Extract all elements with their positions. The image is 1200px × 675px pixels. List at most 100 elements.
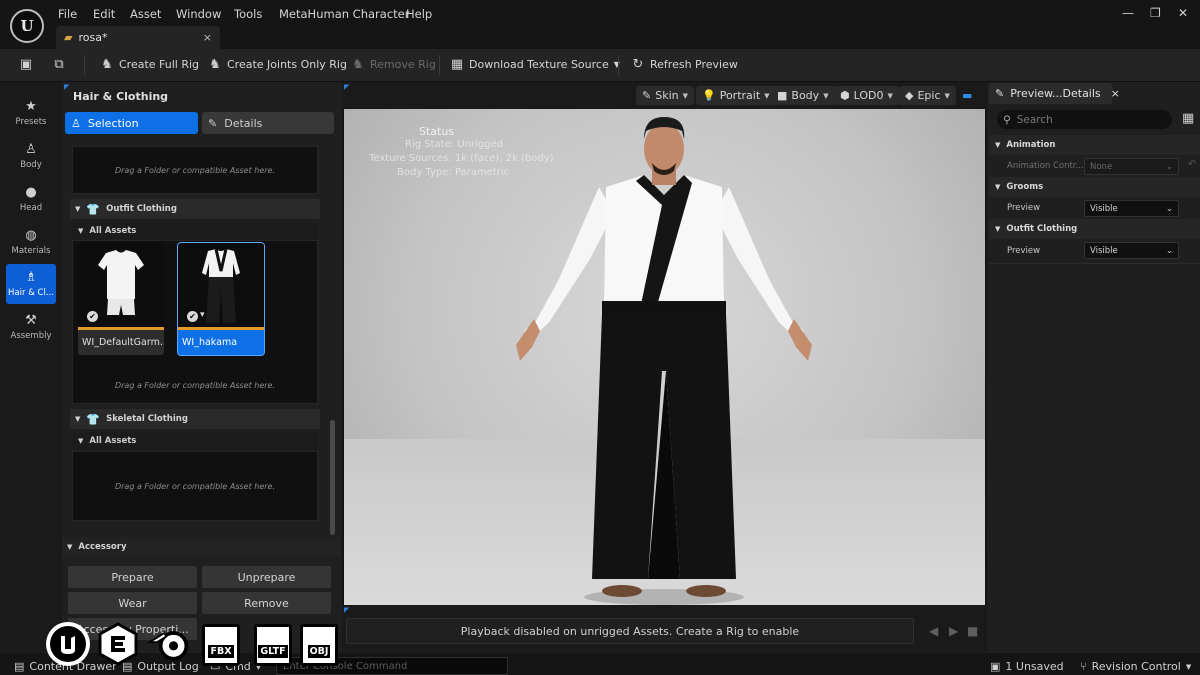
close-window-button[interactable]: ✕ xyxy=(1178,6,1188,20)
nav-materials[interactable]: ◍ Materials xyxy=(6,222,56,262)
unsaved-button[interactable]: ▣ 1 Unsaved xyxy=(990,660,1064,673)
quality-label: Epic xyxy=(917,89,941,102)
animation-section[interactable]: ▼ Animation xyxy=(989,135,1200,155)
drop-hint: Drag a Folder or compatible Asset here. xyxy=(114,165,276,175)
grooms-section[interactable]: ▼ Grooms xyxy=(989,177,1200,197)
outfit-all-assets[interactable]: ▼ All Assets xyxy=(72,222,318,240)
create-full-rig-button[interactable]: ♞ Create Full Rig xyxy=(100,57,199,72)
chevron-down-icon: ▼ xyxy=(67,543,73,551)
lod-dropdown[interactable]: ⬢ LOD0 ▼ xyxy=(834,86,899,105)
nav-hair-clothing[interactable]: ♗ Hair & Cl... xyxy=(6,264,56,304)
minimize-button[interactable]: — xyxy=(1122,6,1134,20)
keyboard-icon[interactable]: ▬ xyxy=(962,89,972,102)
outfit-clothing-details-section[interactable]: ▼ Outfit Clothing xyxy=(989,219,1200,239)
refresh-preview-button[interactable]: ↻ Refresh Preview xyxy=(631,57,738,72)
accessory-section[interactable]: ▼ Accessory xyxy=(62,537,340,557)
menu-file[interactable]: File xyxy=(58,7,77,21)
chevron-down-icon: ▼ xyxy=(78,227,84,235)
unreal-logo[interactable]: U xyxy=(10,9,44,43)
close-tab-icon[interactable]: × xyxy=(1111,87,1120,100)
browse-icon[interactable]: ⧉ xyxy=(52,57,66,72)
document-tab-rosa[interactable]: ▰ rosa* × xyxy=(56,26,220,49)
wear-button[interactable]: Wear xyxy=(68,592,197,614)
remove-button[interactable]: Remove xyxy=(202,592,331,614)
obj-badge-label: OBJ xyxy=(307,645,331,658)
nav-head-label: Head xyxy=(19,203,43,213)
download-texture-source-button[interactable]: ▦ Download Texture Source ▼ xyxy=(450,57,620,72)
grooms-preview-label: Preview xyxy=(1007,203,1041,213)
body-view-label: Body xyxy=(791,89,820,102)
menu-asset[interactable]: Asset xyxy=(130,7,161,21)
shirt-icon: 👕 xyxy=(86,412,101,426)
close-tab-icon[interactable]: × xyxy=(203,31,212,44)
pencil-icon: ✎ xyxy=(208,116,218,130)
stop-icon[interactable]: ■ xyxy=(967,624,978,638)
animation-controller-value: None xyxy=(1090,161,1113,172)
body-icon: ♙ xyxy=(25,142,37,157)
cube-icon: ⬢ xyxy=(840,89,850,102)
chevron-down-icon: ▼ xyxy=(75,205,81,213)
rig-icon: ♞ xyxy=(101,57,113,72)
tab-details[interactable]: ✎ Details xyxy=(202,112,334,134)
skeletal-dropzone[interactable]: Drag a Folder or compatible Asset here. xyxy=(72,451,318,521)
revision-control-label: Revision Control xyxy=(1091,660,1181,673)
chevron-down-icon: ▼ xyxy=(764,91,770,100)
remove-rig-button[interactable]: ♞ Remove Rig xyxy=(351,57,436,72)
character-viewport[interactable] xyxy=(344,109,985,605)
prepare-button[interactable]: Prepare xyxy=(68,566,197,588)
skeletal-clothing-section[interactable]: ▼ 👕 Skeletal Clothing xyxy=(70,409,320,429)
create-joints-only-rig-button[interactable]: ♞ Create Joints Only Rig xyxy=(208,57,347,72)
nav-presets[interactable]: ★ Presets xyxy=(6,93,56,133)
animation-controller-select[interactable]: None ⌄ xyxy=(1084,158,1179,175)
search-placeholder: Search xyxy=(1016,113,1053,126)
save-icon[interactable]: ▣ xyxy=(19,57,33,72)
corner-marker: ◤ xyxy=(64,83,70,91)
asset-hakama[interactable]: ✔ ▾ WI_hakama xyxy=(177,242,265,356)
drop-hint: Drag a Folder or compatible Asset here. xyxy=(114,481,276,491)
menu-metahuman-character[interactable]: MetaHuman Character xyxy=(279,7,409,21)
chevron-down-icon: ▼ xyxy=(682,91,688,100)
skeletal-clothing-label: Skeletal Clothing xyxy=(106,414,188,424)
asset-type-bar xyxy=(178,327,264,330)
portrait-label: Portrait xyxy=(719,89,761,102)
metahuman-character xyxy=(516,117,812,605)
nav-body[interactable]: ♙ Body xyxy=(6,136,56,176)
create-joints-only-rig-label: Create Joints Only Rig xyxy=(227,58,347,71)
rewind-icon[interactable]: ◀ xyxy=(929,624,938,638)
nav-presets-label: Presets xyxy=(15,117,47,127)
outfit-clothing-details-label: Outfit Clothing xyxy=(1006,224,1078,234)
grid-view-icon[interactable]: ▦ xyxy=(1182,111,1194,126)
tab-details-label: Details xyxy=(224,116,263,130)
menu-help[interactable]: Help xyxy=(406,7,432,21)
preview-details-tab[interactable]: ✎ Preview...Details × xyxy=(989,83,1120,104)
lightbulb-icon: 💡 xyxy=(702,89,716,102)
portrait-dropdown[interactable]: 💡 Portrait ▼ xyxy=(696,86,776,105)
grooms-preview-value: Visible xyxy=(1090,203,1118,214)
outfit-clothing-section[interactable]: ▼ 👕 Outfit Clothing xyxy=(70,199,320,219)
restore-button[interactable]: ❐ xyxy=(1150,6,1161,20)
outfit-preview-select[interactable]: Visible ⌄ xyxy=(1084,242,1179,259)
panel-scrollbar[interactable] xyxy=(330,420,335,535)
nav-head[interactable]: ● Head xyxy=(6,179,56,219)
body-dropdown[interactable]: ■ Body ▼ xyxy=(771,86,835,105)
play-icon[interactable]: ▶ xyxy=(949,624,958,638)
skin-dropdown[interactable]: ✎ Skin ▼ xyxy=(636,86,694,105)
hair-dropzone[interactable]: Drag a Folder or compatible Asset here. xyxy=(72,146,318,194)
reset-icon[interactable]: ↶ xyxy=(1188,159,1196,170)
skeletal-all-assets[interactable]: ▼ All Assets xyxy=(72,432,318,450)
nav-assembly-label: Assembly xyxy=(10,331,52,341)
details-search-input[interactable]: ⚲ Search xyxy=(997,110,1172,129)
menu-edit[interactable]: Edit xyxy=(93,7,115,21)
unprepare-button[interactable]: Unprepare xyxy=(202,566,331,588)
nav-assembly[interactable]: ⚒ Assembly xyxy=(6,307,56,347)
chevron-down-icon: ▼ xyxy=(887,91,893,100)
tab-selection[interactable]: ♙ Selection xyxy=(65,112,198,134)
quality-dropdown[interactable]: ◆ Epic ▼ xyxy=(899,86,956,105)
grooms-preview-select[interactable]: Visible ⌄ xyxy=(1084,200,1179,217)
revision-control-button[interactable]: ⑂ Revision Control ▼ xyxy=(1080,660,1191,673)
asset-default-garment[interactable]: ✔ WI_DefaultGarm... xyxy=(78,243,164,355)
menu-window[interactable]: Window xyxy=(176,7,221,21)
menu-tools[interactable]: Tools xyxy=(234,7,262,21)
asset-name: WI_DefaultGarm... xyxy=(82,337,164,348)
fbx-file-icon: FBX xyxy=(202,624,240,666)
